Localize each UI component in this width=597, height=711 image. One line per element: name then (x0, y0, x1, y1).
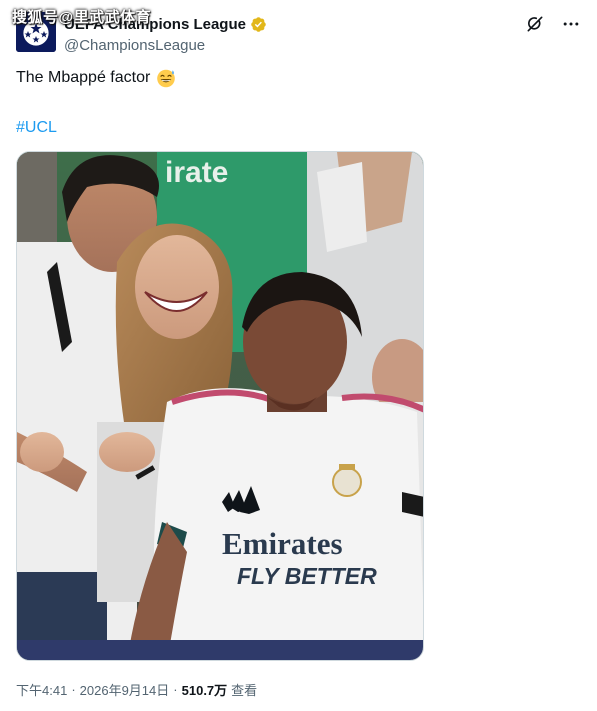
tweet-media-photo[interactable]: irate Emirates FLY BETTER (16, 151, 424, 661)
view-count-label: 查看 (231, 683, 258, 698)
view-count[interactable]: 510.7万 (182, 680, 228, 699)
jersey-sponsor-line1: Emirates (222, 526, 343, 561)
more-horizontal-icon[interactable] (561, 14, 581, 34)
banner-text: irate (165, 156, 228, 189)
ucl-starball-logo-icon (16, 12, 56, 52)
tweet-time[interactable]: 下午4:41 (16, 680, 67, 699)
tweet-text-content: The Mbappé factor (16, 69, 151, 86)
photo-illustration: irate Emirates FLY BETTER (17, 152, 423, 660)
tweet-header: UEFA Champions League @ChampionsLeague (16, 8, 581, 56)
grok-icon[interactable] (525, 14, 545, 34)
grinning-sweat-emoji-icon (157, 69, 176, 88)
account-display-name[interactable]: UEFA Champions League (64, 16, 246, 33)
avatar[interactable] (16, 12, 56, 52)
tweet-text: The Mbappé factor (16, 68, 176, 88)
tweet-meta: 下午4:41 · 2026年9月14日 · 510.7万 查看 (16, 680, 257, 699)
hashtag-link[interactable]: #UCL (16, 119, 57, 137)
account-handle[interactable]: @ChampionsLeague (64, 37, 267, 54)
account-names: UEFA Champions League @ChampionsLeague (64, 14, 267, 54)
gold-verified-icon[interactable] (250, 16, 267, 33)
jersey-sponsor-line2: FLY BETTER (237, 563, 377, 589)
tweet-date[interactable]: 2026年9月14日 (80, 680, 170, 699)
meta-separator-2: · (173, 682, 178, 697)
meta-separator: · (71, 682, 76, 697)
